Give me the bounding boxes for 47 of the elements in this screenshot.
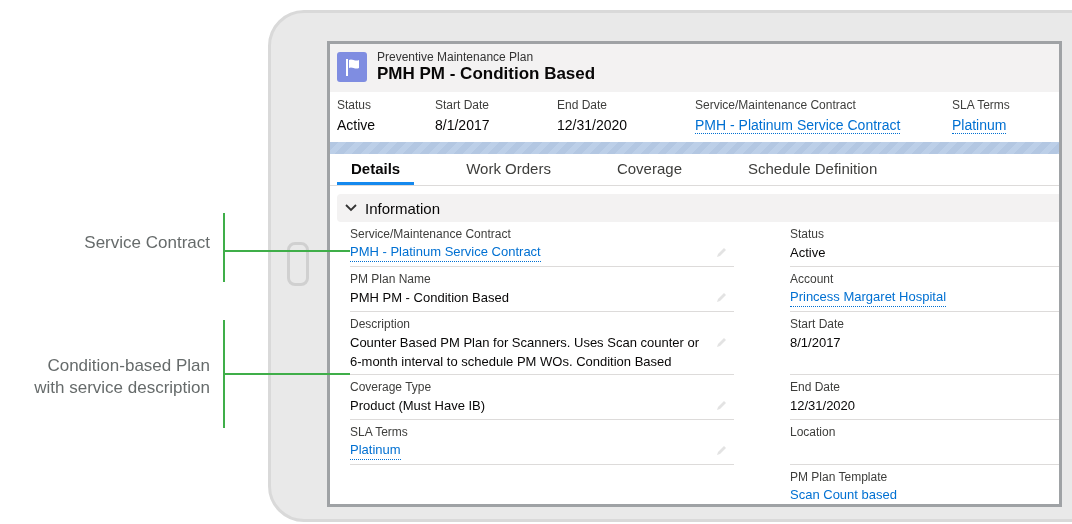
field-label: Account [790,272,835,286]
field-link[interactable]: Platinum [952,117,1007,134]
field-value: Active [337,117,377,133]
field-value: Active [790,244,826,262]
pencil-icon[interactable] [716,444,728,456]
field-label: Start Date [435,98,491,112]
field-value: Product (Must Have IB) [350,397,486,415]
field-value: 12/31/2020 [557,117,629,133]
field-label: Coverage Type [350,380,433,394]
field-link[interactable]: Princess Margaret Hospital [790,288,947,307]
pencil-icon[interactable] [716,336,728,348]
object-type: Preventive Maintenance Plan [377,50,535,64]
field-label: PM Plan Template [790,470,889,484]
field-label: Status [790,227,826,241]
field-label: Location [790,425,837,439]
field-label: Description [350,317,412,331]
field-link[interactable]: Scan Count based [790,486,897,504]
flag-icon [337,52,367,82]
field-value: Counter Based PM Plan for Scanners. Uses Scan counter or 6-month interval to schedule PM WOs. Condition Based [350,334,700,371]
field-label: PM Plan Name [350,272,432,286]
section-title: Information [365,199,441,217]
annotation-text: Condition-based Plan with service description [33,355,210,399]
field-link[interactable]: PMH - Platinum Service Contract [695,117,901,134]
pencil-icon[interactable] [716,399,728,411]
record-title: PMH PM - Condition Based [377,64,596,84]
pencil-icon[interactable] [716,291,728,303]
field-value: 12/31/2020 [790,397,856,415]
field-value: PMH PM - Condition Based [350,289,509,307]
field-link[interactable]: Platinum [350,441,401,460]
field-label: Start Date [790,317,846,331]
tab[interactable]: Coverage [602,154,696,185]
field-label: End Date [790,380,842,394]
field-label: End Date [557,98,609,112]
field-label: SLA Terms [350,425,409,439]
field-label: Status [337,98,373,112]
field-label: SLA Terms [952,98,1010,112]
section-header[interactable]: Information [337,194,1059,222]
field-value: 8/1/2017 [790,334,841,352]
annotation-text: Service Contract [83,232,210,254]
field-value: 8/1/2017 [435,117,491,133]
pencil-icon[interactable] [716,246,728,258]
tab[interactable]: Details [337,154,415,185]
field-label: Service/Maintenance Contract [695,98,857,112]
field-label: Service/Maintenance Contract [350,227,512,241]
field-link[interactable]: PMH - Platinum Service Contract [350,243,541,262]
tab[interactable]: Schedule Definition [734,154,892,185]
tab[interactable]: Work Orders [452,154,565,185]
